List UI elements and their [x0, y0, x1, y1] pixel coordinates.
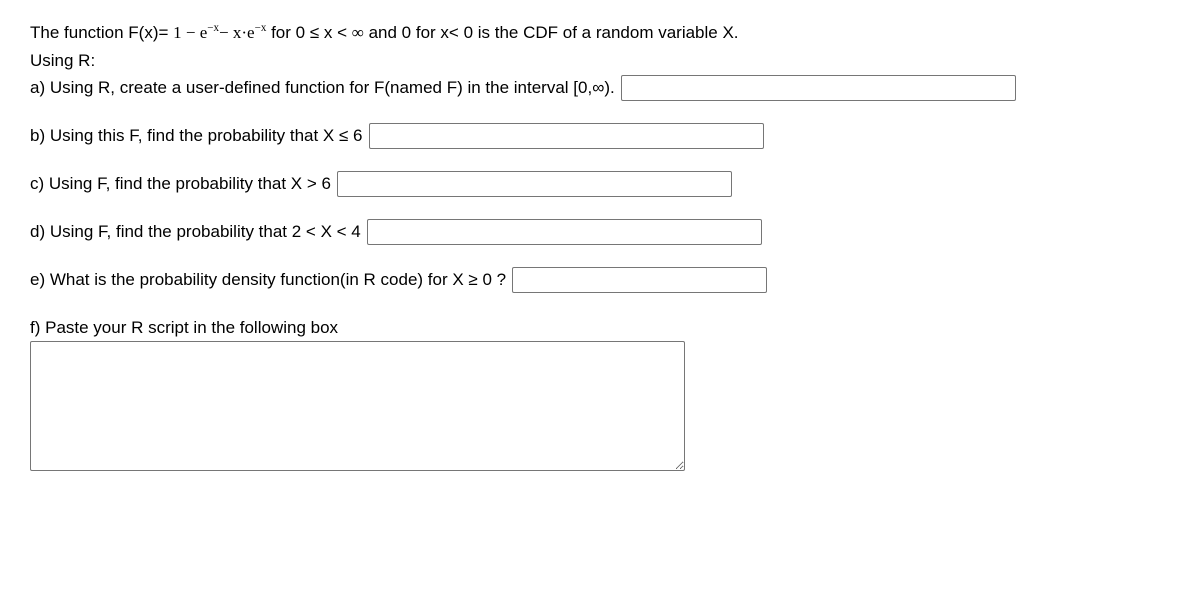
infinity-symbol: ∞: [352, 23, 364, 42]
using-r-line: Using R:: [30, 48, 1170, 74]
part-f-label: f) Paste your R script in the following …: [30, 315, 1170, 341]
part-b-label: b) Using this F, find the probability th…: [30, 123, 363, 149]
answer-input-c[interactable]: [337, 171, 732, 197]
answer-textarea-f[interactable]: [30, 341, 685, 471]
answer-input-e[interactable]: [512, 267, 767, 293]
question-intro: The function F(x)= 1 − e−x− x·e−x for 0 …: [30, 20, 1170, 46]
cond1: for 0 ≤ x <: [266, 23, 351, 42]
part-d: d) Using F, find the probability that 2 …: [30, 219, 1170, 245]
part-e-label: e) What is the probability density funct…: [30, 267, 506, 293]
formula-part1: 1 − e: [173, 23, 207, 42]
part-e: e) What is the probability density funct…: [30, 267, 1170, 293]
part-f: f) Paste your R script in the following …: [30, 315, 1170, 471]
part-d-label: d) Using F, find the probability that 2 …: [30, 219, 361, 245]
part-c: c) Using F, find the probability that X …: [30, 171, 1170, 197]
formula-mid: − x·e: [219, 23, 255, 42]
formula-sup1: −x: [207, 22, 219, 34]
answer-input-d[interactable]: [367, 219, 762, 245]
answer-input-a[interactable]: [621, 75, 1016, 101]
part-a: a) Using R, create a user-defined functi…: [30, 75, 1170, 101]
part-a-label: a) Using R, create a user-defined functi…: [30, 75, 615, 101]
answer-input-b[interactable]: [369, 123, 764, 149]
cond2: and 0 for x< 0 is the CDF of a random va…: [364, 23, 739, 42]
intro-text-prefix: The function F(x)=: [30, 23, 173, 42]
part-b: b) Using this F, find the probability th…: [30, 123, 1170, 149]
formula-sup2: −x: [255, 22, 267, 34]
part-c-label: c) Using F, find the probability that X …: [30, 171, 331, 197]
